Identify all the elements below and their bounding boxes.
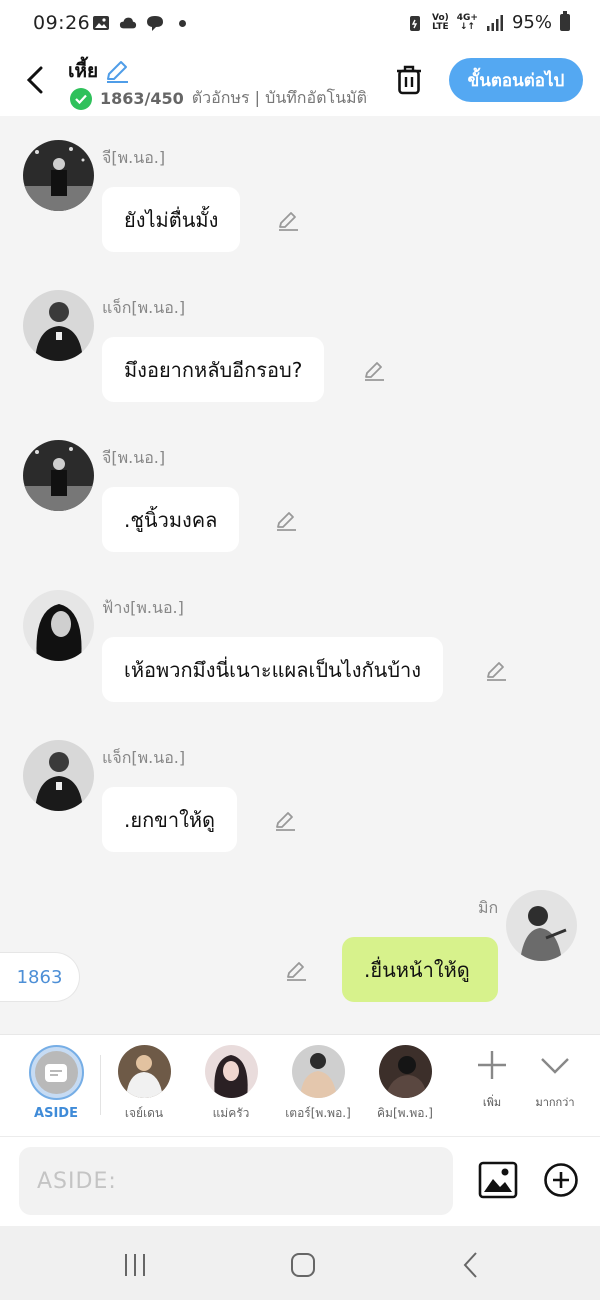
chevron-down-icon <box>541 1058 569 1074</box>
signal-icon <box>486 14 503 31</box>
character-avatar <box>378 1045 432 1098</box>
volte-icon: Vo) LTE <box>432 12 449 32</box>
edit-icon[interactable] <box>276 208 300 232</box>
message-bubble[interactable]: เห้อพวกมึงนี่เนาะแผลเป็นไงกันบ้าง <box>102 637 444 702</box>
battery-percent: 95% <box>511 12 552 33</box>
character-item[interactable]: แม่ครัว <box>191 1045 271 1123</box>
divider <box>100 1055 101 1115</box>
character-item[interactable]: คิม[พ.พอ.] <box>365 1045 445 1123</box>
image-icon[interactable] <box>478 1161 518 1199</box>
sender-name: จี[พ.นอ.] <box>102 448 166 467</box>
back-nav-button[interactable] <box>456 1250 486 1280</box>
message-bubble[interactable]: .ยื่นหน้าให้ดู <box>342 937 498 1002</box>
edit-icon[interactable] <box>484 658 508 682</box>
aside-input[interactable] <box>19 1147 453 1215</box>
avatar[interactable] <box>506 890 577 961</box>
character-item[interactable]: เจย์เดน <box>104 1045 184 1123</box>
delete-button[interactable] <box>392 62 426 98</box>
count-pill[interactable]: 1863 <box>0 952 80 1002</box>
gallery-icon <box>93 16 109 30</box>
cloud-icon <box>119 17 137 29</box>
sender-name: แจ็ก[พ.นอ.] <box>102 748 186 767</box>
navigation-bar <box>0 1226 600 1300</box>
next-step-button[interactable]: ขั้นตอนต่อไป <box>449 58 583 102</box>
character-avatar <box>117 1045 171 1098</box>
story-title[interactable]: เหี้ย <box>68 56 130 86</box>
message-bubble[interactable]: มึงอยากหลับอีกรอบ? <box>102 337 325 402</box>
more-button[interactable]: มากกว่า <box>525 1049 585 1111</box>
back-button[interactable] <box>18 60 52 100</box>
add-label: เพิ่ม <box>482 1096 502 1109</box>
title-text: เหี้ย <box>68 60 99 82</box>
pencil-icon[interactable] <box>104 58 130 84</box>
edit-icon[interactable] <box>362 358 386 382</box>
status-time: 09:26 <box>33 12 91 34</box>
avatar[interactable] <box>23 590 94 661</box>
message-icon <box>45 1063 67 1082</box>
character-name: คิม[พ.พอ.] <box>377 1106 433 1120</box>
save-status: 1863/450 ตัวอักษร | บันทึกอัตโนมัติหลังจ… <box>70 86 368 111</box>
chevron-left-icon <box>26 66 43 94</box>
plus-icon <box>478 1051 506 1079</box>
chat-bubble-icon <box>147 16 163 31</box>
recents-icon <box>125 1254 145 1276</box>
character-name: เจย์เดน <box>124 1106 164 1120</box>
avatar[interactable] <box>23 140 94 211</box>
char-count: 1863/450 <box>100 89 184 108</box>
sender-name: มิก <box>478 898 499 917</box>
trash-icon <box>397 65 421 95</box>
sender-name: จี[พ.นอ.] <box>102 148 166 167</box>
character-bar: ASIDE เจย์เดน แม่ครัว เตอร์[พ.พอ.] คิม[พ… <box>0 1034 600 1136</box>
subtitle-text: ตัวอักษร | บันทึกอัตโนมัติหลังจาก <box>191 88 368 107</box>
character-aside[interactable]: ASIDE <box>16 1045 96 1121</box>
home-icon <box>291 1253 315 1277</box>
add-character-button[interactable]: เพิ่ม <box>462 1049 522 1111</box>
back-icon <box>463 1252 477 1278</box>
notification-icons <box>92 14 186 32</box>
check-icon <box>70 87 92 110</box>
chat-area[interactable]: จี[พ.นอ.] ยังไม่ตื่นมั้ง แจ็ก[พ.นอ.] มึง… <box>0 116 600 1034</box>
more-notifications-icon <box>179 19 186 27</box>
message-bubble[interactable]: .ยกขาให้ดู <box>102 787 238 852</box>
edit-icon[interactable] <box>284 958 308 982</box>
home-button[interactable] <box>288 1250 318 1280</box>
recents-button[interactable] <box>120 1250 150 1280</box>
character-avatar <box>204 1045 258 1098</box>
battery-saver-icon <box>410 15 420 31</box>
avatar[interactable] <box>23 740 94 811</box>
battery-icon <box>560 11 570 31</box>
plus-circle-icon[interactable] <box>543 1162 579 1198</box>
character-name: แม่ครัว <box>212 1106 250 1120</box>
character-item[interactable]: เตอร์[พ.พอ.] <box>278 1045 358 1123</box>
message-bubble[interactable]: ยังไม่ตื่นมั้ง <box>102 187 241 252</box>
aside-label: ASIDE <box>34 1106 78 1121</box>
input-row <box>0 1136 600 1226</box>
network-type: 4G+ ↓↑ <box>456 12 478 32</box>
character-avatar <box>291 1045 345 1098</box>
header: เหี้ย 1863/450 ตัวอักษร | บันทึกอัตโนมัต… <box>0 50 600 116</box>
status-right: Vo) LTE 4G+ ↓↑ 95% <box>406 11 570 33</box>
edit-icon[interactable] <box>273 808 297 832</box>
more-label: มากกว่า <box>535 1096 575 1109</box>
character-name: เตอร์[พ.พอ.] <box>285 1106 351 1120</box>
status-bar: 09:26 Vo) LTE 4G+ ↓↑ 95% <box>0 0 600 50</box>
avatar[interactable] <box>23 290 94 361</box>
avatar[interactable] <box>23 440 94 511</box>
sender-name: ฟ้าง[พ.นอ.] <box>102 598 184 617</box>
edit-icon[interactable] <box>274 508 298 532</box>
message-bubble[interactable]: .ชูนิ้วมงคล <box>102 487 240 552</box>
sender-name: แจ็ก[พ.นอ.] <box>102 298 186 317</box>
